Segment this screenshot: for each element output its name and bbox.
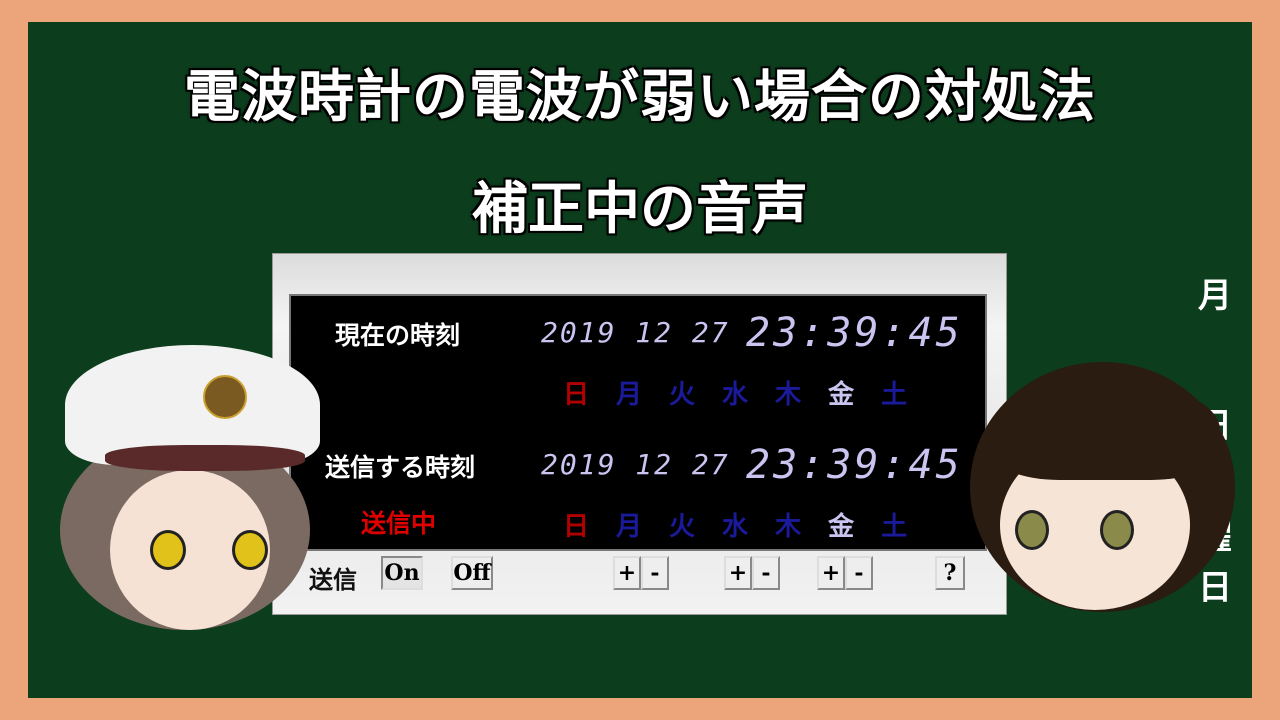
send-time-label: 送信する時刻 [325,453,476,482]
current-date: 2019 12 27 [541,316,730,349]
send-label: 送信 [309,566,357,594]
day-plus-button[interactable]: + [817,556,845,590]
weekday-active: 金 [828,512,855,542]
weekday: 水 [722,512,749,542]
weekday-row-current: 日 月 火 水 木 金 土 [563,374,907,411]
send-date: 2019 12 27 [541,448,730,481]
weekday: 月 [616,512,643,542]
month-plus-button[interactable]: + [724,556,752,590]
weekday: 土 [881,380,908,410]
off-button[interactable]: Off [451,556,493,590]
weekday: 木 [775,512,802,542]
current-time-label: 現在の時刻 [335,321,461,350]
weekday-active: 金 [828,380,855,410]
send-time: 23:39:45 [746,442,963,488]
help-button[interactable]: ? [935,556,965,590]
control-bar: 送信 On Off + - + - + - ? [273,556,1006,596]
weekday: 日 [563,380,590,410]
sending-status: 送信中 [361,509,437,538]
weekday: 日 [563,512,590,542]
weekday: 土 [881,512,908,542]
page-title: 電波時計の電波が弱い場合の対処法 [184,65,1096,130]
month-minus-button[interactable]: - [752,556,780,590]
weekday: 月 [616,380,643,410]
weekday: 水 [722,380,749,410]
weekday: 木 [775,380,802,410]
year-minus-button[interactable]: - [641,556,669,590]
current-time: 23:39:45 [746,310,963,356]
side-text: 月 [1198,276,1232,316]
weekday: 火 [669,380,696,410]
on-button[interactable]: On [381,556,423,590]
clock-display: 現在の時刻 2019 12 27 23:39:45 日 月 火 水 木 金 土 … [289,294,987,551]
day-minus-button[interactable]: - [845,556,873,590]
weekday-row-send: 日 月 火 水 木 金 土 [563,506,907,543]
radio-clock-window: 現在の時刻 2019 12 27 23:39:45 日 月 火 水 木 金 土 … [272,253,1007,615]
weekday: 火 [669,512,696,542]
year-plus-button[interactable]: + [613,556,641,590]
page-subtitle: 補正中の音声 [472,177,808,242]
cap-badge-icon [203,375,247,419]
